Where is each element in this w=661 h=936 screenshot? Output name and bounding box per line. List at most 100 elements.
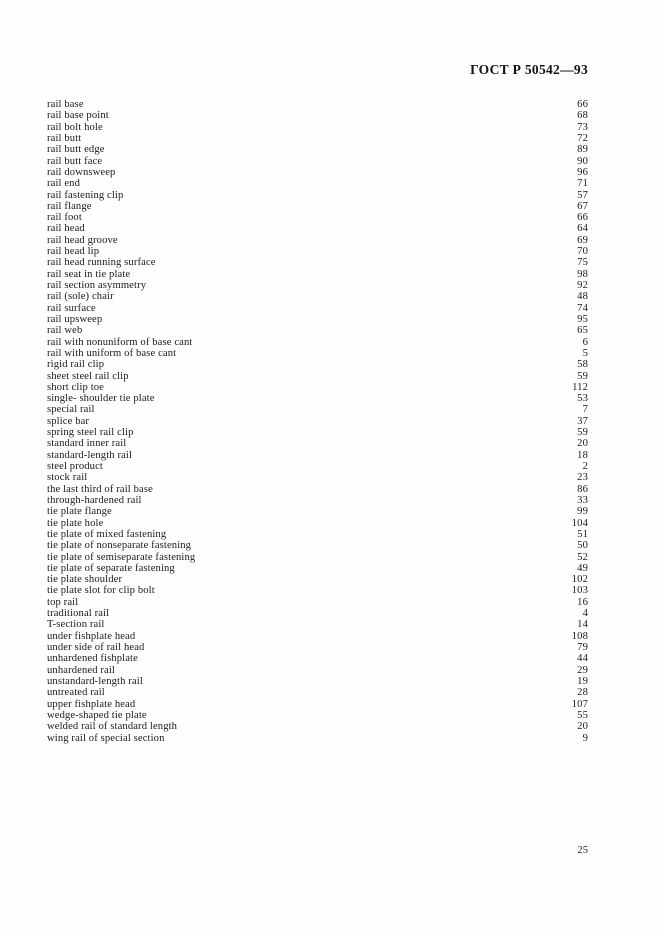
index-entry-page-number: 89 [577,144,588,156]
index-entry-term: single- shoulder tie plate [47,393,155,405]
index-entry-term: rail foot [47,212,82,224]
index-entry-page-number: 86 [577,483,588,495]
index-entry-term: rail with uniform of base cant [47,347,177,359]
index-entry: rail end 71 [47,178,588,189]
index-entry: sheet steel rail clip 59 [47,371,588,382]
index-entry: under side of rail head 79 [47,642,588,653]
index-entry-term: under side of rail head [47,642,145,653]
index-entry-page-number: 66 [577,99,588,110]
index-entry: under fishplate head 108 [47,631,588,642]
standard-number-header: ГОСТ Р 50542—93 [470,62,588,77]
index-entry: the last third of rail base 86 [47,484,588,495]
index-entry-page-number: 33 [577,494,588,506]
index-entry-term: rail head lip [47,246,100,258]
index-entry: rigid rail clip 58 [47,359,588,370]
index-entry-page-number: 95 [577,313,588,325]
index-entry: rail base 66 [47,99,588,110]
index-entry-term: tie plate shoulder [47,574,123,586]
document-page: ГОСТ Р 50542—93 rail base 66 rail base poi… [0,0,661,936]
index-entry-page-number: 98 [577,268,588,280]
index-entry-term: rail surface [47,302,96,314]
index-entry: welded rail of standard length 20 [47,721,588,732]
index-entry-term: tie plate of nonseparate fastening [47,540,192,552]
index-entry-page-number: 68 [577,110,588,122]
index-entry-term: traditional rail [47,608,110,620]
index-entry-term: through-hardened rail [47,494,142,506]
index-entry-page-number: 104 [571,517,588,529]
index-entry-term: rigid rail clip [47,359,105,371]
index-entry-page-number: 57 [577,189,588,201]
index-entry-page-number: 75 [577,257,588,269]
index-entry: rail upsweep 95 [47,314,588,325]
index-entry-page-number: 107 [571,698,588,710]
index-entry: tie plate of nonseparate fastening 50 [47,540,588,551]
index-entry: traditional rail 4 [47,608,588,619]
index-entry-page-number: 99 [577,506,588,518]
index-entry-page-number: 90 [577,155,588,167]
index-entry: rail butt 72 [47,133,588,144]
index-entry: untreated rail 28 [47,687,588,698]
index-entry: rail web 65 [47,325,588,336]
index-entry-term: unhardened rail [47,664,115,676]
index-entry-page-number: 4 [582,608,588,620]
index-entry: splice bar 37 [47,416,588,427]
index-entry: tie plate of separate fastening 49 [47,563,588,574]
index-entry: rail base point 68 [47,110,588,121]
index-entry-page-number: 14 [577,619,588,631]
index-entry-term: rail upsweep [47,313,103,325]
index-entry-term: unstandard-length rail [47,675,143,687]
index-entry: rail surface 74 [47,303,588,314]
index-entry: rail head running surface 75 [47,257,588,268]
index-entry-page-number: 58 [577,359,588,371]
index-entry-term: rail fastening clip [47,189,124,201]
index-entry-page-number: 2 [582,461,588,472]
index-entry-term: rail head [47,223,85,235]
index-entry: special rail 7 [47,404,588,415]
index-entry: rail butt face 90 [47,156,588,167]
index-entry-page-number: 103 [571,585,588,597]
index-entry: spring steel rail clip 59 [47,427,588,438]
index-entry-page-number: 5 [582,347,588,359]
index-entry: rail downsweep 96 [47,167,588,178]
index-entry-term: rail with nonuniform of base cant [47,336,193,348]
index-entry-page-number: 7 [582,404,588,416]
page-number-footer: 25 [577,845,588,856]
index-entry: T-section rail 14 [47,619,588,630]
index-entry-term: under fishplate head [47,630,136,642]
index-entry: rail foot 66 [47,212,588,223]
index-entry-term: rail base point [47,110,109,122]
index-entry-page-number: 49 [577,562,588,574]
index-entry-page-number: 53 [577,393,588,405]
index-entry-page-number: 20 [577,438,588,450]
index-entry: unhardened fishplate 44 [47,653,588,664]
index-entry-term: the last third of rail base [47,483,153,495]
index-entry-term: top rail [47,596,79,608]
index-entry-term: splice bar [47,415,90,427]
index-entry-term: rail section asymmetry [47,280,147,291]
index-entry: rail fastening clip 57 [47,190,588,201]
index-entry: tie plate slot for clip bolt 103 [47,585,588,596]
index-entry-term: tie plate of separate fastening [47,562,175,574]
index-entry-page-number: 48 [577,291,588,303]
index-entry-term: welded rail of standard length [47,721,178,733]
index-entry: rail butt edge 89 [47,144,588,155]
index-entry-page-number: 19 [577,675,588,687]
index-entry-term: untreated rail [47,687,105,699]
index-entry-page-number: 52 [577,551,588,563]
index-entry: wedge-shaped tie plate 55 [47,710,588,721]
index-entry-term: rail bolt hole [47,121,103,133]
index-entry: rail (sole) chair 48 [47,291,588,302]
index-entry-term: rail base [47,99,84,110]
index-entry: upper fishplate head 107 [47,699,588,710]
index-entry: single- shoulder tie plate 53 [47,393,588,404]
index-entry-page-number: 16 [577,596,588,608]
index-entry-term: rail head running surface [47,257,156,269]
index-entry: rail with nonuniform of base cant 6 [47,337,588,348]
index-entry: tie plate hole 104 [47,518,588,529]
index-entry-page-number: 64 [577,223,588,235]
index-entry: standard-length rail 18 [47,450,588,461]
index-entry: through-hardened rail 33 [47,495,588,506]
index-entry-page-number: 9 [582,732,588,744]
index-entry-term: spring steel rail clip [47,427,134,439]
index-entry: tie plate shoulder 102 [47,574,588,585]
